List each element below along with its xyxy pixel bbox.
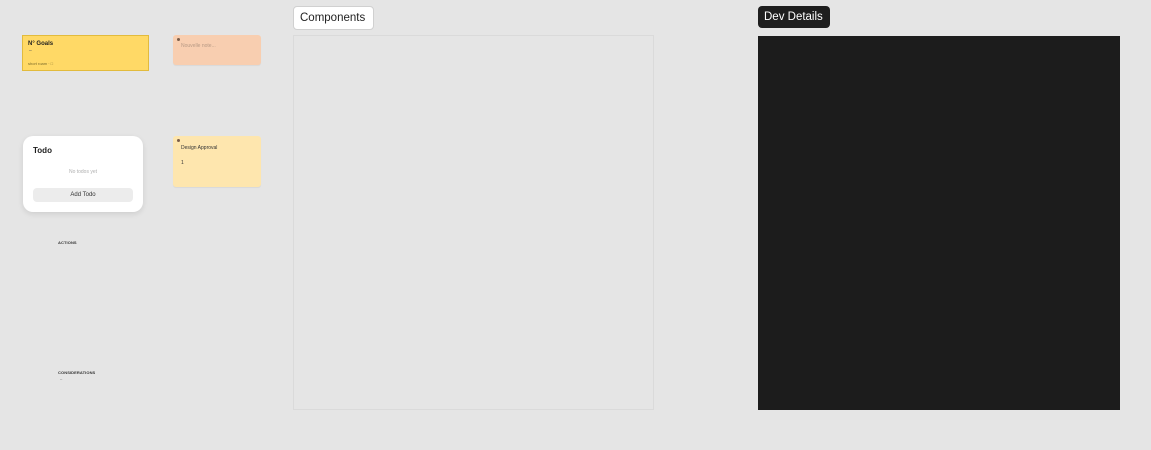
goals-title: N° Goals (28, 41, 54, 47)
note-placeholder[interactable]: Nouvelle note... (181, 43, 216, 49)
actions-section-label: ACTIONS (58, 240, 77, 245)
components-frame[interactable] (293, 35, 654, 410)
note-title: Design Approval (181, 145, 218, 151)
add-todo-button[interactable]: Add Todo (33, 188, 133, 202)
todo-title: Todo (33, 146, 52, 155)
components-frame-label[interactable]: Components (293, 6, 374, 30)
considerations-section-label: CONSIDERATIONS (58, 370, 96, 375)
todo-widget: Todo No todos yet Add Todo (23, 136, 143, 212)
design-approval-note[interactable]: Design Approval 1 (173, 136, 261, 187)
note-dot-icon (177, 139, 180, 142)
goals-sticky-note[interactable]: N° Goals – short roam · □ (22, 35, 149, 71)
goals-footer: short roam · □ (28, 61, 54, 66)
todo-empty-state: No todos yet (68, 169, 98, 175)
dev-details-frame[interactable] (758, 36, 1120, 410)
note-number: 1 (181, 160, 184, 166)
considerations-dash: – (60, 376, 63, 381)
dev-details-frame-label[interactable]: Dev Details (758, 6, 830, 28)
peach-note-card[interactable]: Nouvelle note... (173, 35, 261, 65)
goals-dash: – (29, 48, 32, 54)
note-dot-icon (177, 38, 180, 41)
